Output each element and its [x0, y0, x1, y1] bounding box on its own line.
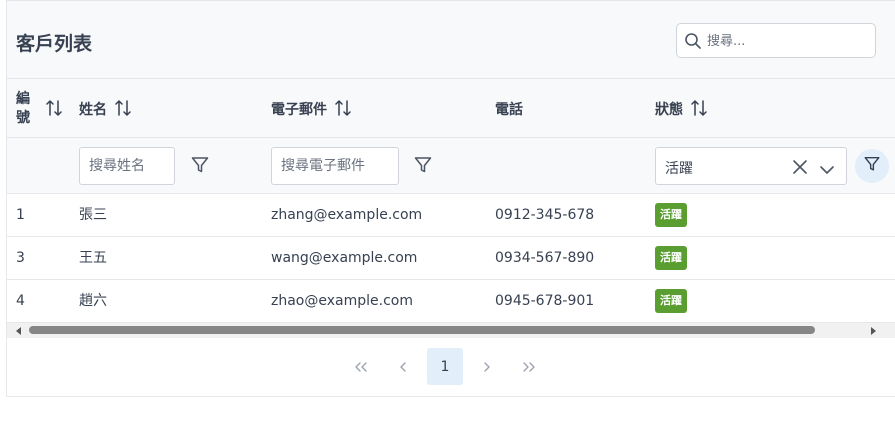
column-header-name[interactable]: 姓名	[79, 79, 131, 138]
cell-phone: 0945-678-901	[495, 293, 595, 309]
table-header-bar: 客戶列表	[7, 0, 895, 79]
status-badge: 活躍	[655, 246, 687, 270]
status-badge: 活躍	[655, 289, 687, 313]
column-header-id[interactable]: 編號	[16, 79, 62, 138]
first-page-icon[interactable]	[343, 348, 379, 385]
status-filter-value: 活躍	[665, 161, 693, 177]
scroll-right-arrow-icon[interactable]	[871, 327, 876, 335]
cell-email: zhang@example.com	[271, 207, 423, 223]
customer-table-card: 客戶列表 編號 姓名 電子郵件 電話	[6, 0, 895, 397]
email-filter-box[interactable]	[271, 147, 399, 185]
cell-phone: 0912-345-678	[495, 207, 595, 223]
page-button-current[interactable]: 1	[427, 348, 463, 385]
name-filter-box[interactable]	[79, 147, 175, 185]
sort-icon[interactable]	[691, 99, 707, 121]
sort-icon[interactable]	[335, 99, 351, 121]
table-column-headers: 編號 姓名 電子郵件 電話 狀態	[7, 79, 895, 138]
column-label-name: 姓名	[79, 101, 107, 118]
table-row[interactable]: 3 王五 wang@example.com 0934-567-890 活躍	[7, 237, 895, 280]
status-badge: 活躍	[655, 203, 687, 227]
cell-id: 4	[16, 293, 25, 309]
filter-icon	[863, 155, 881, 177]
filter-icon[interactable]	[190, 155, 210, 175]
global-search-input[interactable]	[707, 30, 867, 52]
next-page-icon[interactable]	[469, 348, 505, 385]
table-row[interactable]: 4 趙六 zhao@example.com 0945-678-901 活躍	[7, 280, 895, 323]
column-label-phone: 電話	[495, 101, 523, 118]
table-row[interactable]: 1 張三 zhang@example.com 0912-345-678 活躍	[7, 194, 895, 237]
status-filter-button[interactable]	[855, 149, 889, 183]
prev-page-icon[interactable]	[385, 348, 421, 385]
column-header-status[interactable]: 狀態	[655, 79, 707, 138]
status-filter-select[interactable]: 活躍	[655, 147, 847, 185]
search-icon	[684, 32, 702, 54]
cell-id: 1	[16, 207, 25, 223]
page-title: 客戶列表	[16, 33, 93, 55]
column-header-phone: 電話	[495, 79, 523, 138]
global-search-box[interactable]	[676, 23, 876, 58]
chevron-down-icon[interactable]	[819, 161, 835, 180]
sort-icon[interactable]	[115, 99, 131, 121]
cell-name: 趙六	[79, 293, 107, 309]
scrollbar-thumb[interactable]	[29, 326, 815, 334]
name-filter-input[interactable]	[80, 148, 174, 184]
cell-id: 3	[16, 250, 25, 266]
filter-icon[interactable]	[413, 155, 433, 175]
column-header-email[interactable]: 電子郵件	[271, 79, 351, 138]
scroll-left-arrow-icon[interactable]	[16, 327, 21, 335]
cell-name: 王五	[79, 250, 107, 266]
column-label-id: 編號	[16, 90, 30, 126]
last-page-icon[interactable]	[511, 348, 547, 385]
pagination: 1	[7, 338, 895, 396]
cell-name: 張三	[79, 207, 107, 223]
clear-icon[interactable]	[792, 159, 808, 179]
sort-icon[interactable]	[46, 99, 62, 121]
cell-email: wang@example.com	[271, 250, 418, 266]
horizontal-scrollbar[interactable]	[7, 323, 895, 338]
filter-row: 活躍	[7, 138, 895, 194]
column-label-status: 狀態	[655, 101, 683, 118]
email-filter-input[interactable]	[272, 148, 398, 184]
cell-phone: 0934-567-890	[495, 250, 595, 266]
cell-email: zhao@example.com	[271, 293, 413, 309]
column-label-email: 電子郵件	[271, 101, 327, 118]
